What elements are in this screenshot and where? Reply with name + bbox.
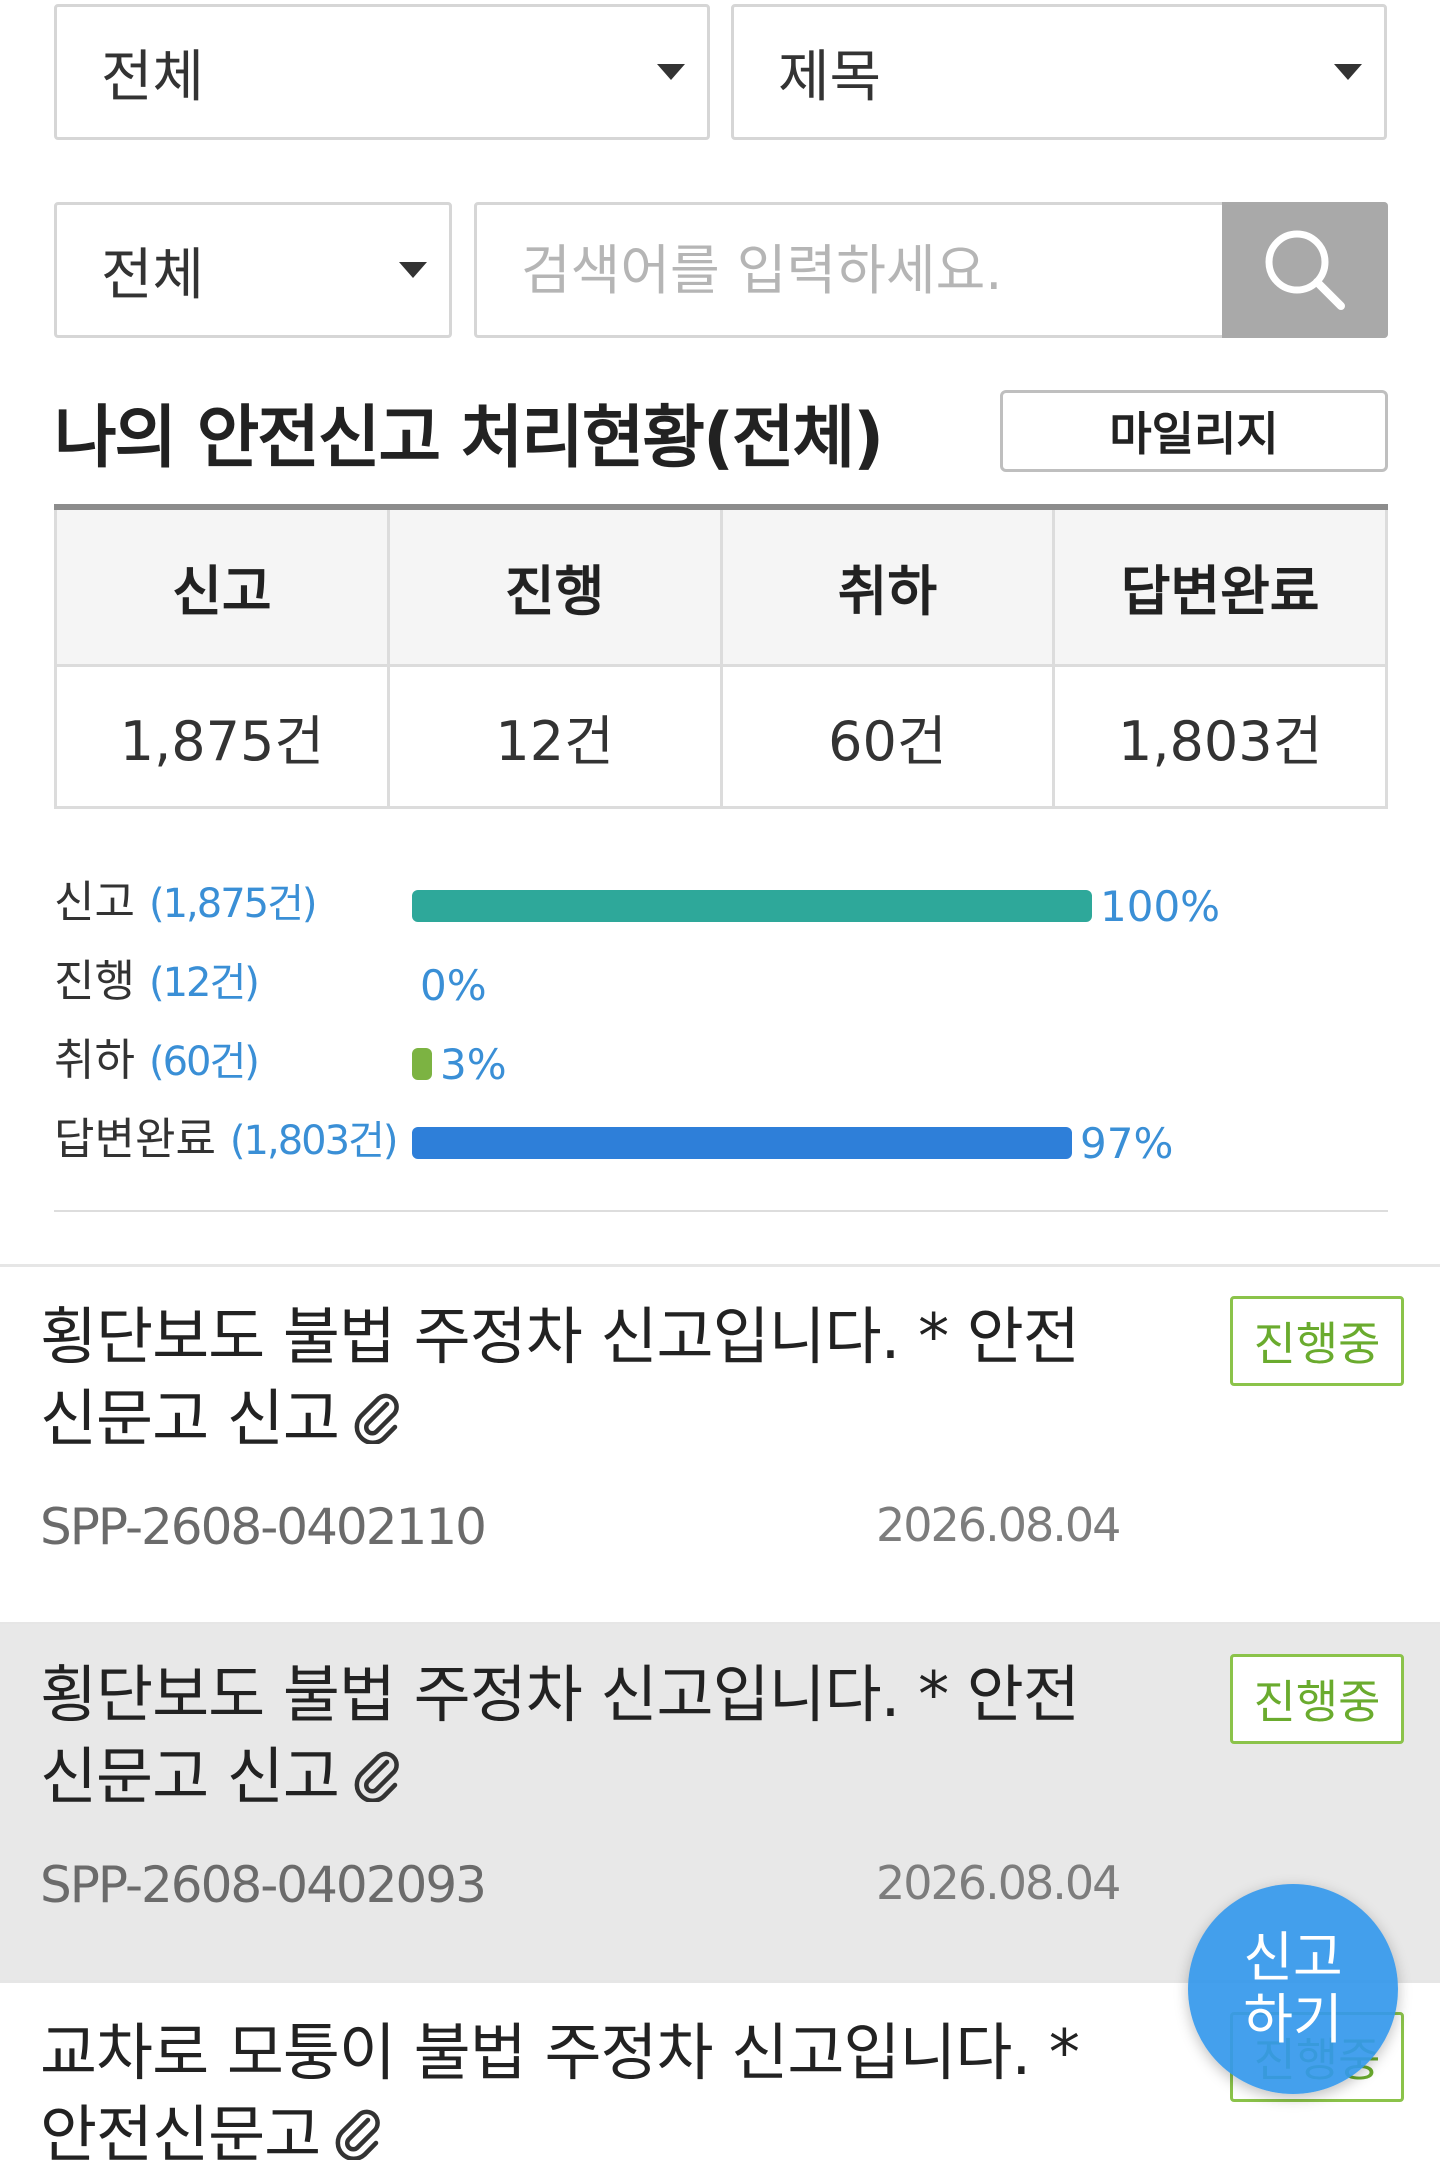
progress-fill bbox=[412, 1127, 1072, 1159]
item-id: SPP-2608-0402093 bbox=[40, 1856, 487, 1914]
progress-track: 0% bbox=[412, 961, 1412, 1010]
divider bbox=[54, 1210, 1388, 1212]
table-row: 1,875건 12건 60건 1,803건 bbox=[54, 663, 1388, 809]
progress-percent: 100% bbox=[1100, 882, 1221, 931]
field-select-value: 제목 bbox=[778, 44, 882, 110]
progress-track: 100% bbox=[412, 882, 1412, 931]
progress-label-text: 취하 bbox=[54, 1035, 135, 1086]
item-title-text: 횡단보도 불법 주정차 신고입니다. * 안전신문고 신고 bbox=[40, 1300, 1080, 1455]
item-date: 2026.08.04 bbox=[876, 1856, 1121, 1910]
caret-down-icon bbox=[657, 64, 685, 80]
progress-bars: 신고 (1,875건) 100% 진행 (12건) 0% 취하 (60건) 3%… bbox=[54, 866, 1388, 1182]
status-badge: 진행중 bbox=[1230, 1296, 1404, 1386]
progress-track: 97% bbox=[412, 1119, 1412, 1168]
area-select-value: 전체 bbox=[101, 44, 205, 110]
count-report: 1,875건 bbox=[54, 663, 390, 809]
fab-label-line2: 하기 bbox=[1243, 1988, 1343, 2051]
status-badge: 진행중 bbox=[1230, 1654, 1404, 1744]
progress-label-text: 답변완료 bbox=[54, 1114, 216, 1165]
search-icon bbox=[1265, 230, 1345, 310]
item-title: 횡단보도 불법 주정차 신고입니다. * 안전신문고 신고 bbox=[40, 1296, 1100, 1464]
count-answered: 1,803건 bbox=[1052, 663, 1388, 809]
progress-fill bbox=[412, 890, 1092, 922]
paperclip-icon bbox=[349, 1382, 405, 1464]
progress-row-progress: 진행 (12건) 0% bbox=[54, 945, 1388, 1024]
item-title-text: 교차로 모퉁이 불법 주정차 신고입니다. * 안전신문고 bbox=[40, 2016, 1080, 2164]
count-withdrawn: 60건 bbox=[719, 663, 1056, 809]
item-id: SPP-2608-0402110 bbox=[40, 1498, 487, 1556]
progress-percent: 3% bbox=[440, 1040, 507, 1089]
progress-row-report: 신고 (1,875건) 100% bbox=[54, 866, 1388, 945]
item-title: 횡단보도 불법 주정차 신고입니다. * 안전신문고 신고 bbox=[40, 1654, 1100, 1822]
progress-label-text: 신고 bbox=[54, 877, 135, 928]
progress-count: (1,803건) bbox=[229, 1118, 399, 1164]
list-item[interactable]: 횡단보도 불법 주정차 신고입니다. * 안전신문고 신고 SPP-2608-0… bbox=[0, 1266, 1440, 1622]
progress-label: 취하 (60건) bbox=[54, 1024, 260, 1088]
item-title: 교차로 모퉁이 불법 주정차 신고입니다. * 안전신문고 bbox=[40, 2012, 1100, 2164]
table-header-row: 신고 진행 취하 답변완료 bbox=[54, 505, 1388, 667]
count-progress: 12건 bbox=[386, 663, 723, 809]
progress-label-text: 진행 bbox=[54, 956, 135, 1007]
progress-row-withdrawn: 취하 (60건) 3% bbox=[54, 1024, 1388, 1103]
field-select[interactable]: 제목 bbox=[731, 4, 1387, 140]
progress-count: (60건) bbox=[148, 1039, 260, 1085]
mileage-button[interactable]: 마일리지 bbox=[1000, 390, 1388, 472]
caret-down-icon bbox=[1334, 64, 1362, 80]
search-box bbox=[474, 202, 1388, 338]
progress-count: (12건) bbox=[148, 960, 260, 1006]
paperclip-icon bbox=[349, 1740, 405, 1822]
caret-down-icon bbox=[399, 262, 427, 278]
header-progress: 진행 bbox=[386, 505, 723, 667]
progress-track: 3% bbox=[412, 1040, 1412, 1089]
search-input[interactable] bbox=[477, 205, 1222, 335]
progress-count: (1,875건) bbox=[148, 881, 318, 927]
item-title-text: 횡단보도 불법 주정차 신고입니다. * 안전신문고 신고 bbox=[40, 1658, 1080, 1813]
progress-label: 답변완료 (1,803건) bbox=[54, 1103, 399, 1167]
header-answered: 답변완료 bbox=[1052, 505, 1388, 667]
progress-label: 진행 (12건) bbox=[54, 945, 260, 1009]
report-fab-button[interactable]: 신고 하기 bbox=[1188, 1884, 1398, 2094]
progress-fill bbox=[412, 1048, 432, 1080]
search-button[interactable] bbox=[1222, 202, 1388, 338]
area-select[interactable]: 전체 bbox=[54, 4, 710, 140]
progress-percent: 0% bbox=[420, 961, 487, 1010]
status-select-value: 전체 bbox=[101, 242, 205, 308]
fab-label-line1: 신고 bbox=[1243, 1926, 1343, 1989]
progress-percent: 97% bbox=[1080, 1119, 1174, 1168]
status-summary-table: 신고 진행 취하 답변완료 1,875건 12건 60건 1,803건 bbox=[54, 504, 1388, 809]
status-select[interactable]: 전체 bbox=[54, 202, 452, 338]
header-report: 신고 bbox=[54, 505, 390, 667]
progress-row-answered: 답변완료 (1,803건) 97% bbox=[54, 1103, 1388, 1182]
header-withdrawn: 취하 bbox=[719, 505, 1056, 667]
item-date: 2026.08.04 bbox=[876, 1498, 1121, 1552]
paperclip-icon bbox=[330, 2098, 386, 2164]
page-title: 나의 안전신고 처리현황(전체) bbox=[54, 399, 884, 478]
progress-label: 신고 (1,875건) bbox=[54, 866, 318, 930]
